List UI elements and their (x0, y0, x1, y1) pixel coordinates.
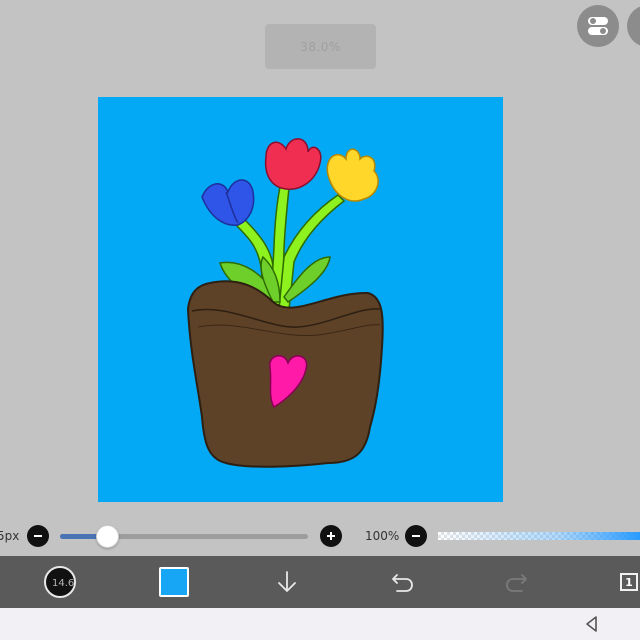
layer-count: 1 (625, 575, 633, 589)
brush-size-slider-thumb[interactable] (96, 525, 120, 548)
more-dots-icon (636, 14, 640, 38)
toggle-switches-icon (588, 17, 608, 35)
minus-icon (412, 535, 420, 537)
brush-icon: 14.6 (44, 566, 76, 598)
undo-button[interactable] (385, 556, 419, 608)
settings-button[interactable] (577, 5, 619, 47)
undo-icon (392, 574, 413, 592)
triangle-back-icon[interactable] (582, 614, 602, 634)
brush-button[interactable]: 14.6 (40, 556, 80, 608)
decrease-opacity-button[interactable] (405, 525, 427, 547)
layers-icon: 1 (620, 573, 638, 591)
opacity-slider[interactable] (438, 532, 640, 540)
minus-icon (34, 535, 42, 537)
redo-button[interactable] (500, 556, 534, 608)
arrow-down-icon (278, 571, 296, 592)
current-color-swatch (159, 567, 189, 597)
bottom-toolbar: 14.6 1 (0, 556, 640, 608)
zoom-label: 38.0% (300, 39, 341, 54)
decrease-brush-size-button[interactable] (27, 525, 49, 547)
redo-icon (506, 574, 527, 592)
zoom-indicator: 38.0% (265, 24, 376, 69)
save-button[interactable] (270, 556, 304, 608)
system-navigation-bar (0, 608, 640, 640)
more-button[interactable] (627, 5, 640, 47)
brush-size-label: 5px (0, 529, 20, 543)
layers-button[interactable]: 1 (614, 556, 640, 608)
opacity-label: 100% (365, 529, 400, 543)
color-button[interactable] (158, 556, 190, 608)
increase-brush-size-button[interactable] (320, 525, 342, 547)
brush-size-value: 14.6 (52, 578, 75, 589)
brush-controls-row: 5px 100% (0, 520, 640, 552)
drawing-canvas[interactable] (98, 97, 503, 502)
plus-icon (327, 532, 335, 540)
